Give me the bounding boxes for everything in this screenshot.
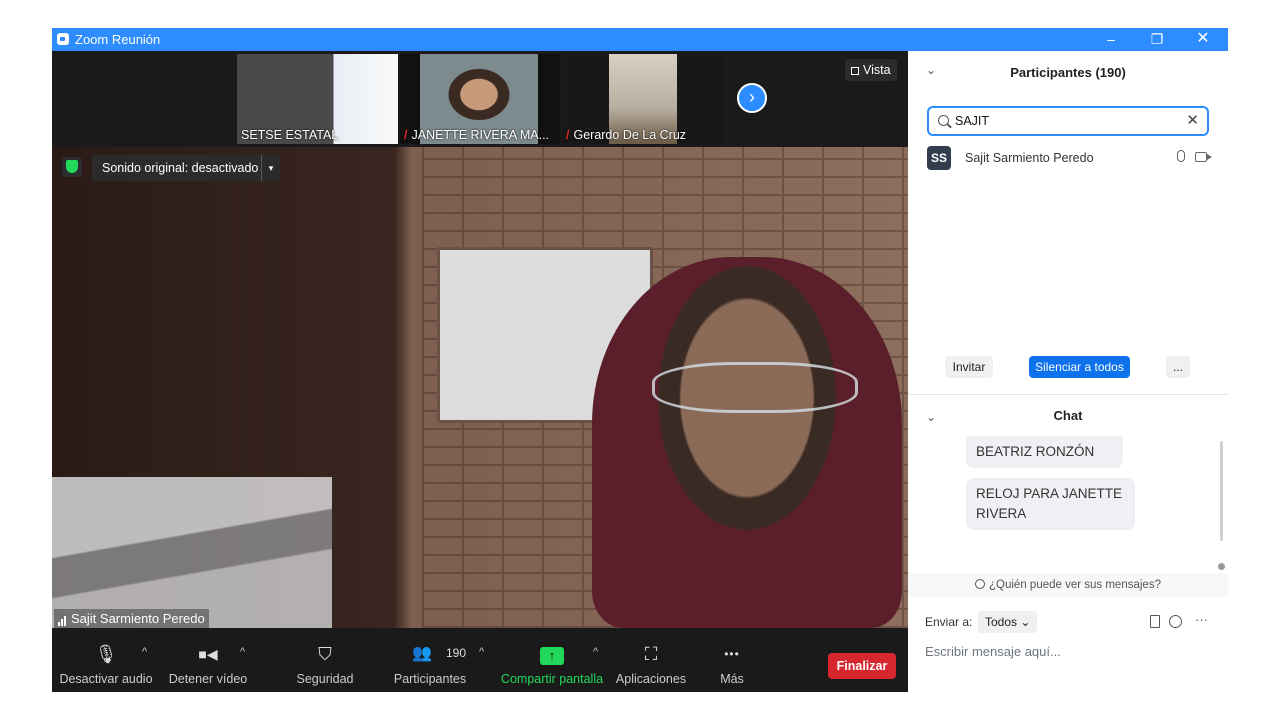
muted-mic-icon: / — [566, 128, 570, 142]
side-panel: ⌄ Participantes (190) ✕ SS Sajit Sarmien… — [908, 51, 1228, 692]
participants-icon: 👥 — [412, 645, 432, 662]
file-icon[interactable] — [1150, 615, 1160, 628]
mute-all-button[interactable]: Silenciar a todos — [1029, 356, 1130, 378]
emoji-icon[interactable] — [1169, 615, 1182, 628]
send-to-value: Todos — [985, 615, 1018, 629]
message-visibility-link[interactable]: ¿Quién puede ver sus mensajes? — [908, 573, 1228, 597]
avatar: SS — [927, 146, 951, 170]
apps-icon: ⛶ — [644, 644, 658, 664]
participants-header: ⌄ Participantes (190) — [908, 51, 1228, 97]
chat-message: BEATRIZ RONZÓN — [966, 436, 1123, 468]
muted-mic-icon: / — [404, 128, 408, 142]
search-icon — [938, 115, 949, 126]
speaker-name-label: Sajit Sarmiento Peredo — [54, 609, 209, 628]
main-video: Sonido original: desactivado ▾ Sajit Sar… — [52, 147, 908, 628]
participant-search[interactable]: ✕ — [927, 106, 1209, 136]
share-screen-label: Compartir pantalla — [500, 672, 604, 686]
video-strip: SETSE ESTATAL / JANETTE RIVERA MA... / Ger… — [52, 51, 908, 147]
chat-scrollbar[interactable] — [1220, 441, 1223, 541]
original-sound-dropdown[interactable]: ▾ — [261, 155, 280, 181]
tile-label: / JANETTE RIVERA MA... — [404, 128, 549, 142]
next-page-button[interactable]: › — [737, 83, 767, 113]
zoom-window: Zoom Reunión – ❐ ✕ SETSE ESTATAL / JANETT… — [52, 28, 1228, 692]
chevron-down-icon: ⌄ — [1020, 615, 1031, 629]
video-tile[interactable]: / Gerardo De La Cruz — [562, 54, 724, 144]
stop-video-button[interactable]: ■◀ Detener vídeo — [166, 628, 250, 692]
tile-name: SETSE ESTATAL — [241, 128, 339, 142]
minimize-button[interactable]: – — [1088, 28, 1134, 51]
person-icon — [975, 579, 986, 589]
share-icon-wrap: ↑ — [540, 644, 564, 665]
clear-search-icon[interactable]: ✕ — [1186, 112, 1199, 130]
participants-button[interactable]: 👥 Participantes — [392, 628, 468, 692]
encryption-shield-icon[interactable] — [62, 157, 82, 177]
share-screen-icon: ↑ — [540, 647, 564, 665]
more-label: Más — [720, 672, 744, 686]
scroll-thumb[interactable] — [1218, 563, 1225, 570]
video-glasses — [652, 362, 858, 413]
video-papers — [52, 477, 332, 628]
zoom-app-icon — [57, 33, 69, 45]
security-label: Seguridad — [296, 672, 354, 686]
mute-audio-button[interactable]: 🎙 Desactivar audio — [58, 628, 154, 692]
meeting-toolbar: 🎙 Desactivar audio ^ ■◀ Detener vídeo ^ … — [52, 628, 908, 692]
shield-icon: ⛉ — [318, 644, 332, 664]
video-tile[interactable]: / JANETTE RIVERA MA... — [400, 54, 560, 144]
chat-message: RELOJ PARA JANETTE RIVERA — [966, 478, 1135, 530]
participants-count: 190 — [446, 646, 467, 660]
participants-options-caret[interactable]: ^ — [479, 646, 484, 658]
maximize-button[interactable]: ❐ — [1134, 28, 1180, 51]
participants-title: Participantes (190) — [1010, 65, 1126, 80]
more-icon: ••• — [724, 647, 740, 661]
message-visibility-text: ¿Quién puede ver sus mensajes? — [989, 579, 1161, 591]
participants-label: Participantes — [393, 672, 467, 686]
share-screen-button[interactable]: ↑ Compartir pantalla — [500, 628, 604, 692]
microphone-icon[interactable] — [1177, 150, 1185, 162]
view-label: Vista — [863, 63, 891, 77]
speaker-name: Sajit Sarmiento Peredo — [71, 611, 205, 626]
send-to-label: Enviar a: — [925, 615, 973, 629]
title-bar: Zoom Reunión – ❐ ✕ — [52, 28, 1228, 51]
microphone-icon: 🎙 — [94, 644, 118, 664]
share-options-caret[interactable]: ^ — [593, 646, 598, 658]
chat-title: Chat — [1053, 408, 1083, 423]
camera-icon[interactable] — [1195, 152, 1212, 162]
participants-more-button[interactable]: ... — [1166, 356, 1190, 378]
apps-label: Aplicaciones — [615, 672, 687, 686]
participant-name: Sajit Sarmiento Peredo — [965, 151, 1094, 165]
send-to-dropdown[interactable]: Todos ⌄ — [978, 611, 1038, 633]
chat-messages: BEATRIZ RONZÓN RELOJ PARA JANETTE RIVERA — [908, 436, 1228, 571]
video-speaker — [592, 257, 902, 628]
send-to-row: Enviar a: Todos ⌄ ··· — [925, 611, 1225, 635]
security-button[interactable]: ⛉ Seguridad — [292, 628, 358, 692]
tile-name: JANETTE RIVERA MA... — [411, 128, 550, 142]
original-sound-button[interactable]: Sonido original: desactivado — [92, 155, 269, 181]
grid-icon — [851, 67, 859, 75]
window-title: Zoom Reunión — [75, 32, 161, 47]
tile-name: Gerardo De La Cruz — [573, 128, 687, 142]
chat-more-icon[interactable]: ··· — [1195, 612, 1208, 627]
end-meeting-button[interactable]: Finalizar — [828, 653, 896, 679]
more-button[interactable]: ••• Más — [708, 628, 756, 692]
camera-icon: ■◀ — [198, 646, 218, 662]
video-tile[interactable]: SETSE ESTATAL — [237, 54, 398, 144]
close-window-button[interactable]: ✕ — [1180, 28, 1226, 51]
video-options-caret[interactable]: ^ — [240, 646, 245, 658]
view-button[interactable]: Vista — [845, 59, 897, 81]
chat-message-input[interactable] — [925, 641, 1215, 661]
signal-bars-icon — [58, 611, 67, 626]
search-input[interactable] — [955, 112, 1175, 130]
tile-label: / Gerardo De La Cruz — [566, 128, 686, 142]
audio-options-caret[interactable]: ^ — [142, 646, 147, 658]
invite-button[interactable]: Invitar — [945, 356, 993, 378]
mute-audio-label: Desactivar audio — [59, 672, 153, 686]
divider — [908, 394, 1228, 395]
apps-button[interactable]: ⛶ Aplicaciones — [614, 628, 688, 692]
stop-video-label: Detener vídeo — [168, 672, 248, 686]
participant-row[interactable]: SS Sajit Sarmiento Peredo — [927, 146, 1217, 174]
